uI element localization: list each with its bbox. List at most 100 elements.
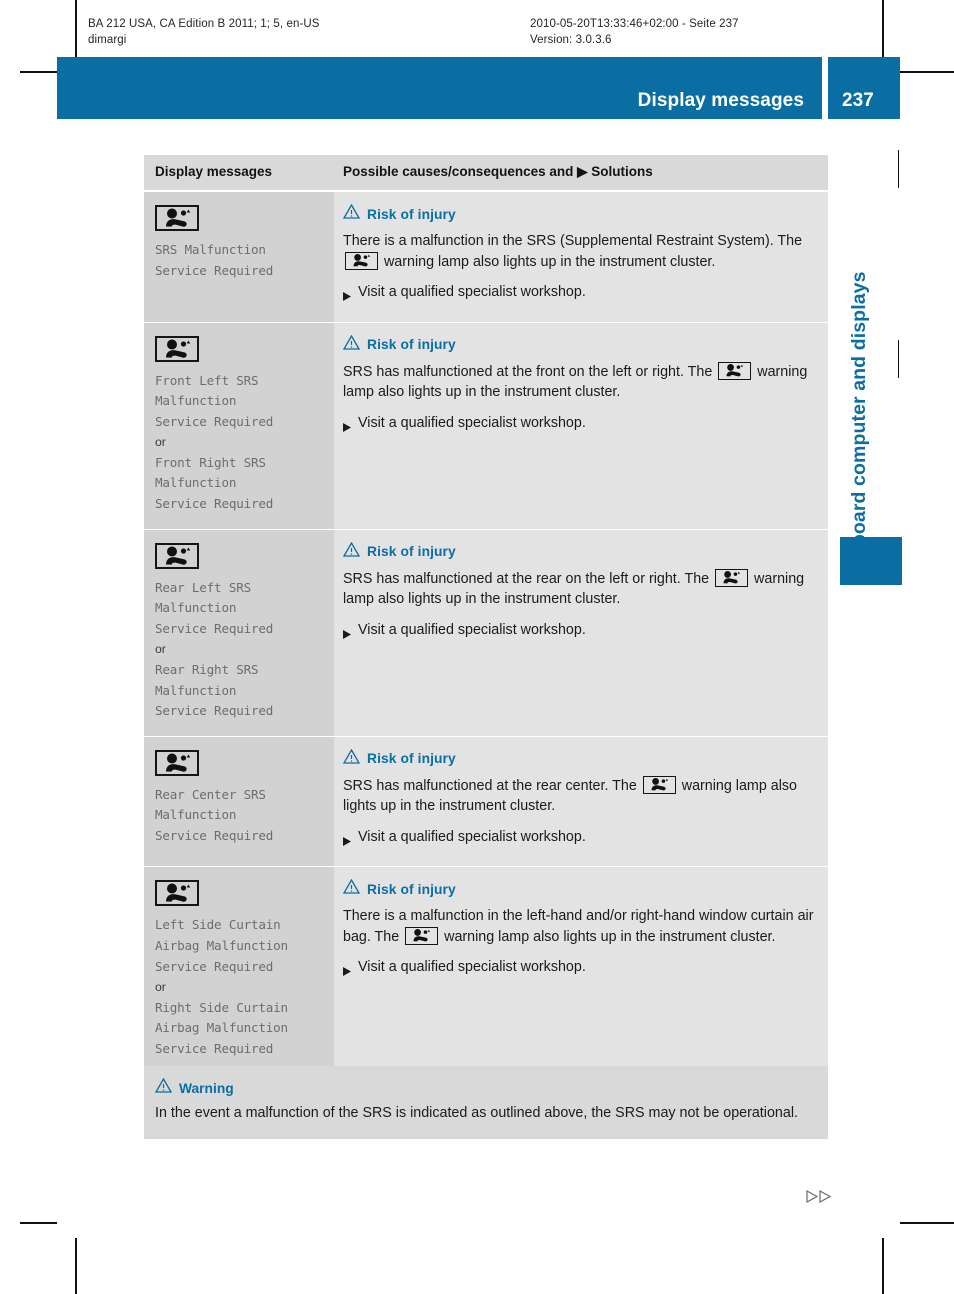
risk-heading: Risk of injury (342, 879, 814, 899)
message-text: Front Left SRS Malfunction Service Requi… (155, 372, 274, 429)
chapter-rail-label: On-board computer and displays (848, 271, 870, 580)
print-header-right: 2010-05-20T13:33:46+02:00 - Seite 237 Ve… (530, 16, 739, 48)
crop-mark-bottom-right-vertical (882, 1238, 884, 1294)
srs-airbag-warning-lamp-inline-icon (718, 361, 752, 380)
cause-text-post: warning lamp also lights up in the instr… (440, 928, 776, 945)
crop-mark-top-right-vertical (882, 0, 884, 57)
solution-triangle-icon (343, 832, 351, 853)
warning-box: Warning In the event a malfunction of th… (144, 1066, 828, 1139)
page-title: Display messages (637, 90, 804, 111)
risk-label: Risk of injury (367, 206, 456, 222)
message-or-label: or (155, 435, 166, 450)
message-text: Rear Left SRS Malfunction Service Requir… (155, 579, 274, 636)
srs-airbag-warning-lamp-icon (155, 880, 199, 907)
message-text-alt: Front Right SRS Malfunction Service Requ… (155, 454, 274, 512)
cause-solution-cell: Risk of injury SRS has malfunctioned at … (334, 736, 828, 867)
message-cell: Left Side Curtain Airbag Malfunction Ser… (144, 867, 334, 1074)
warning-triangle-icon (154, 1077, 173, 1098)
solution-item: Visit a qualified specialist workshop. (343, 282, 814, 308)
message-cell: Front Left SRS Malfunction Service Requi… (144, 322, 334, 529)
running-header-bar: Display messages (57, 57, 822, 119)
risk-label: Risk of injury (367, 337, 456, 352)
print-header-left: BA 212 USA, CA Edition B 2011; 1; 5, en-… (88, 16, 320, 48)
risk-heading: Risk of injury (342, 541, 814, 562)
solution-text: Visit a qualified specialist workshop. (358, 621, 586, 638)
warning-label: Warning (179, 1080, 234, 1096)
srs-airbag-warning-lamp-icon (155, 205, 199, 231)
crop-mark-bottom-right-horizontal (900, 1222, 954, 1224)
message-or-label: or (155, 980, 166, 995)
table-row: SRS Malfunction Service Required Risk of… (144, 192, 828, 322)
cause-text-post: warning lamp also lights up in the instr… (380, 253, 716, 270)
cause-solution-cell: Risk of injury SRS has malfunctioned at … (334, 529, 828, 736)
message-text: Rear Center SRS Malfunction Service Requ… (155, 786, 274, 843)
column-header-display-messages: Display messages (144, 155, 334, 190)
srs-airbag-warning-lamp-icon (155, 749, 199, 776)
message-text-alt: Rear Right SRS Malfunction Service Requi… (155, 662, 274, 719)
solution-triangle-icon (343, 962, 351, 983)
message-text: SRS Malfunction Service Required (155, 242, 274, 278)
cause-text: There is a malfunction in the left-hand … (343, 906, 814, 947)
table-header-row: Display messages Possible causes/consequ… (144, 155, 828, 190)
print-header-right-line1: 2010-05-20T13:33:46+02:00 - Seite 237 (530, 18, 739, 30)
chapter-rail: On-board computer and displays (826, 160, 906, 580)
display-messages-table: Display messages Possible causes/consequ… (144, 155, 828, 1074)
cause-text: SRS has malfunctioned at the rear on the… (343, 568, 814, 610)
cause-text-pre: There is a malfunction in the SRS (Suppl… (343, 233, 803, 249)
warning-text: In the event a malfunction of the SRS is… (155, 1105, 798, 1121)
page-number: 237 (842, 90, 874, 111)
crop-mark-bottom-left-horizontal (20, 1222, 57, 1224)
crop-mark-top-left-vertical (75, 0, 77, 57)
message-cell: SRS Malfunction Service Required (144, 192, 334, 322)
table-row: Rear Center SRS Malfunction Service Requ… (144, 736, 828, 867)
warning-triangle-icon (342, 879, 361, 899)
solution-text: Visit a qualified specialist workshop. (358, 959, 586, 976)
print-header-left-line1: BA 212 USA, CA Edition B 2011; 1; 5, en-… (88, 18, 320, 30)
message-text: Left Side Curtain Airbag Malfunction Ser… (155, 917, 288, 974)
continue-marker-icon (806, 1189, 832, 1208)
risk-heading: Risk of injury (342, 334, 814, 355)
cause-text-pre: SRS has malfunctioned at the rear center… (343, 777, 641, 794)
solution-item: Visit a qualified specialist workshop. (343, 957, 814, 983)
solution-item: Visit a qualified specialist workshop. (343, 827, 814, 853)
cause-text: There is a malfunction in the SRS (Suppl… (343, 231, 814, 272)
message-cell: Rear Left SRS Malfunction Service Requir… (144, 529, 334, 736)
cause-text-pre: SRS has malfunctioned at the rear on the… (343, 570, 714, 587)
chapter-thumb-tab (840, 537, 902, 585)
warning-heading: Warning (154, 1077, 812, 1098)
solution-triangle-icon (343, 625, 351, 646)
cause-solution-cell: Risk of injury There is a malfunction in… (334, 192, 828, 322)
solution-item: Visit a qualified specialist workshop. (343, 620, 814, 646)
cause-solution-cell: Risk of injury SRS has malfunctioned at … (334, 322, 828, 529)
crop-mark-top-right-horizontal (900, 71, 954, 73)
print-header-left-line2: dimargi (88, 34, 127, 46)
cause-text: SRS has malfunctioned at the front on th… (343, 361, 814, 403)
solution-text: Visit a qualified specialist workshop. (358, 414, 586, 431)
solution-triangle-icon (343, 287, 351, 308)
warning-triangle-icon (342, 203, 361, 224)
print-header-right-line2: Version: 3.0.3.6 (530, 34, 612, 46)
solution-triangle-icon (343, 418, 351, 439)
warning-triangle-icon (342, 541, 361, 562)
column-header-causes-solutions: Possible causes/consequences and ▶ Solut… (334, 155, 828, 190)
solution-item: Visit a qualified specialist workshop. (343, 413, 814, 439)
crop-mark-top-left-horizontal (20, 71, 57, 73)
risk-heading: Risk of injury (342, 203, 814, 224)
table-row: Rear Left SRS Malfunction Service Requir… (144, 529, 828, 736)
srs-airbag-warning-lamp-icon (155, 335, 199, 362)
solution-text: Visit a qualified specialist workshop. (358, 828, 586, 845)
cause-solution-cell: Risk of injury There is a malfunction in… (334, 867, 828, 1074)
table-row: Front Left SRS Malfunction Service Requi… (144, 322, 828, 529)
page-number-block: 237 (828, 57, 900, 119)
warning-triangle-icon (342, 334, 361, 355)
risk-heading: Risk of injury (342, 748, 814, 769)
solution-text: Visit a qualified specialist workshop. (358, 284, 586, 300)
srs-airbag-warning-lamp-inline-icon (642, 775, 676, 794)
risk-label: Risk of injury (367, 544, 456, 560)
srs-airbag-warning-lamp-icon (155, 542, 199, 569)
cause-text-pre: SRS has malfunctioned at the front on th… (343, 363, 717, 380)
warning-triangle-icon (342, 748, 361, 769)
srs-airbag-warning-lamp-inline-icon (345, 251, 378, 270)
message-cell: Rear Center SRS Malfunction Service Requ… (144, 736, 334, 867)
risk-label: Risk of injury (367, 751, 456, 767)
